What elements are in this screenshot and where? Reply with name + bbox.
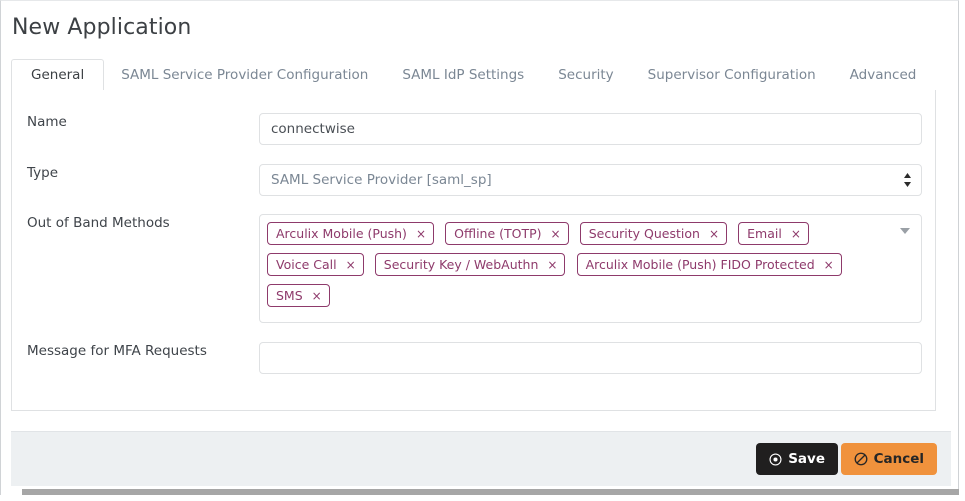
type-label: Type — [27, 165, 59, 181]
tag-remove-icon[interactable]: × — [312, 290, 322, 302]
form-row-message-for-mfa-requests: Message for MFA Requests — [12, 342, 935, 374]
tab-general-label: General — [31, 67, 85, 83]
tab-supervisor-configuration[interactable]: Supervisor Configuration — [631, 59, 833, 91]
tag-email[interactable]: Email × — [738, 222, 809, 245]
message-for-mfa-requests-input[interactable] — [259, 342, 922, 374]
cancel-button[interactable]: Cancel — [840, 443, 937, 475]
form-row-type: Type SAML Service Provider [saml_sp] — [12, 164, 935, 196]
name-control — [259, 113, 922, 145]
tag-label: Security Key / WebAuthn — [383, 257, 539, 272]
tag-arculix-mobile-push-fido-protected[interactable]: Arculix Mobile (Push) FIDO Protected × — [576, 253, 842, 276]
tab-saml-service-provider-configuration[interactable]: SAML Service Provider Configuration — [104, 59, 385, 91]
message-for-mfa-requests-label: Message for MFA Requests — [27, 343, 207, 359]
tag-label: Security Question — [588, 226, 700, 241]
tag-remove-icon[interactable]: × — [824, 259, 834, 271]
ban-icon — [854, 452, 868, 466]
tab-general[interactable]: General — [11, 59, 105, 91]
tag-arculix-mobile-push[interactable]: Arculix Mobile (Push) × — [267, 222, 434, 245]
cancel-button-label: Cancel — [873, 451, 924, 467]
tag-remove-icon[interactable]: × — [709, 228, 719, 240]
out-of-band-methods-control: Arculix Mobile (Push) × Offline (TOTP) ×… — [259, 214, 922, 323]
tab-advanced-label: Advanced — [849, 67, 917, 83]
tab-saml-idp-settings-label: SAML IdP Settings — [402, 67, 525, 83]
tab-saml-service-provider-configuration-label: SAML Service Provider Configuration — [121, 67, 369, 83]
tab-security[interactable]: Security — [541, 59, 630, 91]
tag-label: Arculix Mobile (Push) FIDO Protected — [585, 257, 815, 272]
application-window: New Application General SAML Service Pro… — [0, 0, 959, 495]
out-of-band-methods-tagbox[interactable]: Arculix Mobile (Push) × Offline (TOTP) ×… — [259, 214, 922, 323]
tab-saml-idp-settings[interactable]: SAML IdP Settings — [385, 59, 541, 91]
tag-security-question[interactable]: Security Question × — [579, 222, 728, 245]
tag-label: SMS — [276, 288, 303, 303]
page-title: New Application — [12, 15, 192, 40]
tag-remove-icon[interactable]: × — [346, 259, 356, 271]
tag-label: Offline (TOTP) — [454, 226, 542, 241]
tab-supervisor-configuration-label: Supervisor Configuration — [647, 67, 816, 83]
save-button-label: Save — [788, 451, 825, 467]
tab-panel-general: Name Type SAML Service Provider [saml_sp… — [11, 90, 936, 411]
name-label: Name — [27, 114, 67, 130]
save-button[interactable]: Save — [756, 443, 838, 475]
tab-bar: General SAML Service Provider Configurat… — [11, 59, 936, 91]
window-shadow-bottom — [22, 489, 959, 495]
dialog-footer: Save Cancel — [11, 431, 951, 486]
type-select[interactable]: SAML Service Provider [saml_sp] — [259, 164, 922, 196]
tag-remove-icon[interactable]: × — [791, 228, 801, 240]
tag-offline-totp[interactable]: Offline (TOTP) × — [445, 222, 569, 245]
dot-circle-icon — [769, 452, 782, 466]
tag-remove-icon[interactable]: × — [551, 228, 561, 240]
tag-voice-call[interactable]: Voice Call × — [267, 253, 364, 276]
tab-security-label: Security — [558, 67, 614, 83]
type-select-wrap: SAML Service Provider [saml_sp] — [259, 164, 922, 196]
tag-remove-icon[interactable]: × — [547, 259, 557, 271]
tag-label: Voice Call — [276, 257, 337, 272]
tag-remove-icon[interactable]: × — [416, 228, 426, 240]
tag-label: Email — [747, 226, 782, 241]
tab-advanced[interactable]: Advanced — [833, 59, 934, 91]
name-input[interactable] — [259, 113, 922, 145]
chevron-down-icon[interactable] — [900, 228, 910, 234]
tag-label: Arculix Mobile (Push) — [276, 226, 407, 241]
message-for-mfa-requests-control — [259, 342, 922, 374]
out-of-band-methods-label: Out of Band Methods — [27, 215, 170, 231]
type-control: SAML Service Provider [saml_sp] — [259, 164, 922, 196]
tag-sms[interactable]: SMS × — [267, 284, 330, 307]
form-row-out-of-band-methods: Out of Band Methods Arculix Mobile (Push… — [12, 214, 935, 323]
tag-security-key-webauthn[interactable]: Security Key / WebAuthn × — [374, 253, 566, 276]
form-row-name: Name — [12, 113, 935, 145]
